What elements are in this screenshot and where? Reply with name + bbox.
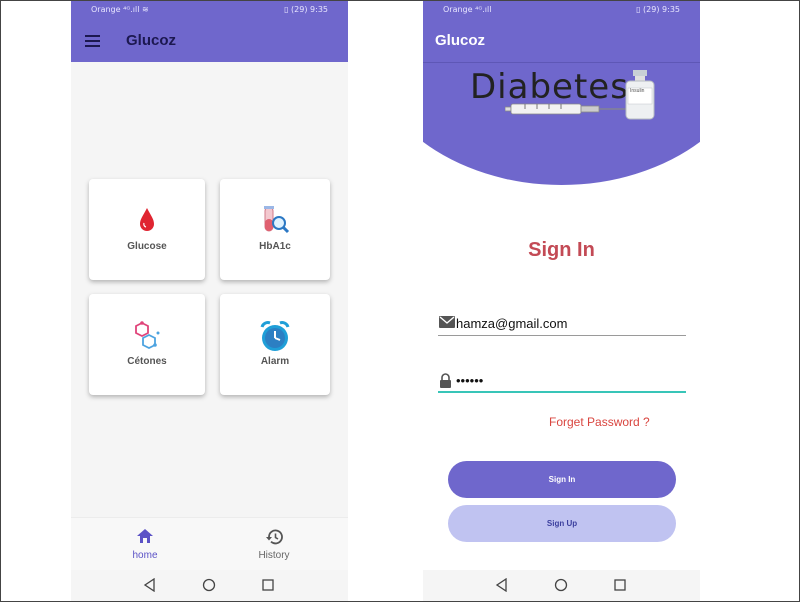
status-right: ▯ (29) 9:35 bbox=[636, 5, 680, 14]
vial-label: Insulin bbox=[630, 88, 645, 94]
nav-label: History bbox=[258, 550, 290, 561]
nav-history[interactable]: History bbox=[205, 518, 343, 571]
blood-drop-icon bbox=[89, 207, 205, 233]
system-navigation-bar bbox=[423, 570, 700, 601]
insulin-vial-icon bbox=[625, 70, 655, 120]
app-title: Glucoz bbox=[435, 32, 486, 49]
home-circle-icon[interactable] bbox=[554, 578, 568, 592]
tile-label: HbA1c bbox=[259, 241, 291, 252]
status-bar: Orange ⁴ᴳ.ıll ≋ ▯ (29) 9:35 bbox=[71, 1, 348, 19]
tile-label: Cétones bbox=[127, 356, 167, 367]
hamburger-menu-icon[interactable] bbox=[85, 35, 100, 47]
home-circle-icon[interactable] bbox=[202, 578, 216, 592]
tile-label: Alarm bbox=[260, 356, 290, 367]
test-tube-magnifier-icon bbox=[220, 205, 330, 234]
system-navigation-bar bbox=[71, 570, 348, 601]
sign-in-heading: Sign In bbox=[528, 239, 595, 261]
syringe-icon bbox=[505, 103, 633, 115]
password-field[interactable] bbox=[438, 370, 686, 393]
sign-in-screen: Orange ⁴ᴳ.ıll ▯ (29) 9:35 Glucoz Diabete… bbox=[423, 1, 700, 601]
recents-icon[interactable] bbox=[261, 578, 275, 592]
nav-label: home bbox=[132, 550, 158, 561]
back-icon[interactable] bbox=[143, 578, 157, 592]
glucose-tile[interactable]: Glucose bbox=[89, 179, 205, 280]
email-underline bbox=[438, 335, 686, 336]
history-icon bbox=[205, 529, 343, 545]
recents-icon[interactable] bbox=[613, 578, 627, 592]
bottom-navigation: home History bbox=[71, 517, 348, 571]
email-icon bbox=[439, 316, 455, 328]
password-input[interactable] bbox=[456, 370, 686, 390]
email-input[interactable] bbox=[456, 313, 686, 333]
lock-icon bbox=[440, 373, 451, 388]
diabetes-banner: Diabetes Insulin bbox=[470, 65, 655, 123]
password-underline bbox=[438, 391, 686, 393]
home-screen: Orange ⁴ᴳ.ıll ≋ ▯ (29) 9:35 Glucoz Gluco… bbox=[71, 1, 348, 601]
sign-up-button[interactable]: Sign Up bbox=[448, 505, 676, 542]
alarm-tile[interactable]: Alarm bbox=[220, 294, 330, 395]
molecule-icon bbox=[89, 320, 205, 350]
forget-password-link[interactable]: Forget Password ? bbox=[549, 415, 650, 429]
hba1c-tile[interactable]: HbA1c bbox=[220, 179, 330, 280]
email-field[interactable] bbox=[438, 313, 686, 336]
status-right: ▯ (29) 9:35 bbox=[284, 5, 328, 14]
cetones-tile[interactable]: Cétones bbox=[89, 294, 205, 395]
sign-in-button[interactable]: Sign In bbox=[448, 461, 676, 498]
home-icon bbox=[76, 529, 214, 543]
back-icon[interactable] bbox=[495, 578, 509, 592]
app-bar: Glucoz bbox=[423, 19, 700, 62]
header-divider bbox=[423, 62, 700, 63]
alarm-clock-icon bbox=[220, 320, 330, 351]
app-bar: Glucoz bbox=[71, 19, 348, 62]
app-title: Glucoz bbox=[126, 32, 177, 49]
nav-home[interactable]: home bbox=[76, 518, 214, 571]
status-carrier: Orange ⁴ᴳ.ıll ≋ bbox=[91, 5, 149, 14]
status-bar: Orange ⁴ᴳ.ıll ▯ (29) 9:35 bbox=[423, 1, 700, 19]
tile-label: Glucose bbox=[127, 241, 167, 252]
status-carrier: Orange ⁴ᴳ.ıll bbox=[443, 5, 492, 14]
